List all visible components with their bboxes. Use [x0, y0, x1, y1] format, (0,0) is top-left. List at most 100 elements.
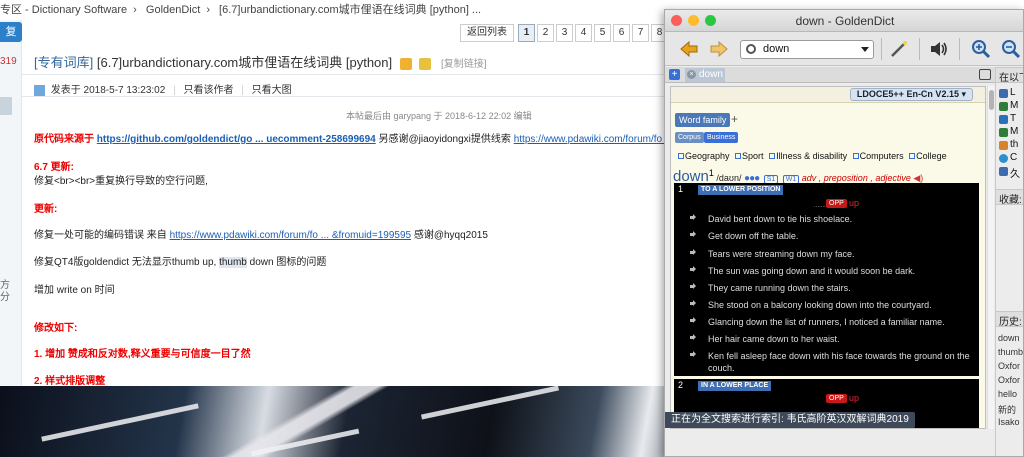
- dictionary-icon[interactable]: [999, 167, 1008, 176]
- side-panels: 在以下 L M T M th C 久 收藏: 历史: down thumb Ox…: [995, 67, 1023, 456]
- dict-item[interactable]: 久: [1010, 165, 1020, 180]
- speaker-icon[interactable]: ◀): [913, 173, 923, 183]
- tab-down[interactable]: × down: [685, 68, 725, 82]
- big-image-link[interactable]: 只看大图: [252, 85, 292, 96]
- article-scrollbar[interactable]: [987, 86, 994, 429]
- zoom-out-icon[interactable]: [1001, 39, 1021, 59]
- history-item[interactable]: Isako: [998, 417, 1020, 427]
- dict-item[interactable]: L: [1010, 87, 1016, 98]
- dictionary-icon[interactable]: [999, 89, 1008, 98]
- search-input[interactable]: down: [740, 40, 874, 59]
- breadcrumb-item[interactable]: GoldenDict: [146, 4, 200, 16]
- dict-item[interactable]: C: [1010, 152, 1017, 163]
- history-item[interactable]: Oxfor: [998, 375, 1020, 385]
- dict-item[interactable]: M: [1010, 100, 1018, 111]
- dictionary-icon[interactable]: [999, 141, 1008, 150]
- page-link[interactable]: 2: [537, 24, 554, 42]
- dictionary-icon[interactable]: [999, 115, 1008, 124]
- update67-label: 6.7 更新:: [34, 162, 75, 173]
- homograph-number: 1: [708, 168, 714, 178]
- subject-item[interactable]: Illness & disability: [776, 151, 847, 161]
- origin-link[interactable]: https://github.com/goldendict/go ... uec…: [97, 134, 376, 145]
- subject-item[interactable]: College: [916, 151, 947, 161]
- user-icon: [34, 84, 45, 96]
- speaker-icon[interactable]: [690, 283, 697, 290]
- history-item[interactable]: 新的: [998, 403, 1016, 416]
- opposite-word[interactable]: up: [849, 198, 859, 208]
- word-family-button[interactable]: Word family: [675, 113, 731, 127]
- page-link[interactable]: 7: [632, 24, 649, 42]
- copy-link-button[interactable]: [复制链接]: [441, 59, 487, 70]
- example-sentence: Tears were streaming down my face.: [690, 248, 975, 260]
- speaker-icon[interactable]: [690, 317, 697, 324]
- opposite-badge: OPP: [826, 199, 847, 208]
- edit-note: 本帖最后由 garypang 于 2018-6-12 22:02 编辑: [346, 111, 532, 121]
- speaker-icon[interactable]: [929, 39, 949, 59]
- dictionary-icon[interactable]: [999, 128, 1008, 137]
- dictionary-icon[interactable]: [999, 102, 1008, 111]
- history-item[interactable]: hello: [998, 389, 1017, 399]
- forward-arrow-icon[interactable]: [709, 39, 729, 59]
- avatar: [0, 97, 12, 115]
- example-sentence: They came running down the stairs.: [690, 282, 975, 294]
- history-item[interactable]: down: [998, 333, 1020, 343]
- history-item[interactable]: Oxfor: [998, 361, 1020, 371]
- history-label: 历史:: [999, 317, 1022, 328]
- subject-item[interactable]: Computers: [860, 151, 904, 161]
- corpus-button[interactable]: Corpus: [675, 132, 704, 143]
- page-link[interactable]: 5: [594, 24, 611, 42]
- breadcrumb-item[interactable]: 专区 - Dictionary Software: [0, 4, 127, 16]
- dict-item[interactable]: M: [1010, 126, 1018, 137]
- chevron-down-icon[interactable]: [861, 47, 869, 52]
- magic-wand-icon[interactable]: [889, 39, 909, 59]
- close-tab-icon[interactable]: ×: [687, 70, 696, 79]
- post-category-link[interactable]: [专有词库]: [34, 55, 93, 70]
- speaker-icon[interactable]: [690, 351, 697, 358]
- reply-button[interactable]: 复: [0, 22, 22, 42]
- thanks-text: 另感谢@jiaoyidongxi提供线索: [378, 134, 511, 145]
- zoom-in-icon[interactable]: [971, 39, 991, 59]
- page-link[interactable]: 4: [575, 24, 592, 42]
- opposite-badge: OPP: [826, 394, 847, 403]
- page-link[interactable]: 3: [556, 24, 573, 42]
- article-view: LDOCE5++ En-Cn V2.15 ▾ Word family + Cor…: [670, 86, 986, 429]
- speaker-icon[interactable]: [690, 300, 697, 307]
- speaker-icon[interactable]: [690, 334, 697, 341]
- business-button[interactable]: Business: [704, 132, 739, 143]
- example-sentence: Ken fell asleep face down with his face …: [690, 350, 975, 374]
- left-label: 分: [0, 292, 10, 303]
- fix2-text: 修复QT4版goldendict 无法显示thumb up,: [34, 257, 220, 268]
- part-of-speech: adv , preposition , adjective: [801, 173, 911, 183]
- page-link[interactable]: 1: [518, 24, 535, 42]
- title-bar[interactable]: down - GoldenDict: [665, 10, 1023, 32]
- post-title: [专有词库] [6.7]urbandictionary.com城市俚语在线词典 …: [34, 52, 487, 71]
- opposite-word[interactable]: up: [849, 393, 859, 403]
- left-sidebar: [0, 20, 22, 386]
- dict-item[interactable]: T: [1010, 113, 1016, 124]
- example-sentence: Get down off the table.: [690, 230, 975, 242]
- fix1-link[interactable]: https://www.pdawiki.com/forum/fo ... &fr…: [170, 230, 412, 241]
- expand-plus-icon[interactable]: +: [731, 112, 738, 126]
- speaker-icon[interactable]: [690, 266, 697, 273]
- back-to-list-button[interactable]: 返回列表: [460, 24, 514, 42]
- speaker-icon[interactable]: [690, 249, 697, 256]
- page-link[interactable]: 6: [613, 24, 630, 42]
- mod2-text: 2. 样式排版调整: [34, 376, 106, 386]
- origin-label: 原代码来源于: [34, 134, 94, 145]
- history-item[interactable]: thumb: [998, 347, 1023, 357]
- back-arrow-icon[interactable]: [679, 39, 699, 59]
- tab-list-icon[interactable]: [979, 69, 991, 80]
- speaker-icon[interactable]: [690, 214, 697, 221]
- subject-item[interactable]: Sport: [742, 151, 764, 161]
- new-tab-button[interactable]: +: [669, 69, 680, 80]
- speaker-icon[interactable]: [690, 231, 697, 238]
- fix1-text: 修复一处可能的编码错误 来自: [34, 230, 170, 241]
- dictionary-icon[interactable]: [999, 154, 1008, 163]
- toolbar: down: [665, 32, 1023, 66]
- dict-item[interactable]: th: [1010, 139, 1018, 150]
- only-author-link[interactable]: 只看该作者: [183, 85, 233, 96]
- subject-item[interactable]: Geography: [685, 151, 730, 161]
- pronunciation: /daʊn/: [716, 173, 742, 183]
- dictionary-name[interactable]: LDOCE5++ En-Cn V2.15 ▾: [849, 88, 973, 101]
- thanks-link[interactable]: https://www.pdawiki.com/forum/fo ... &: [514, 134, 668, 145]
